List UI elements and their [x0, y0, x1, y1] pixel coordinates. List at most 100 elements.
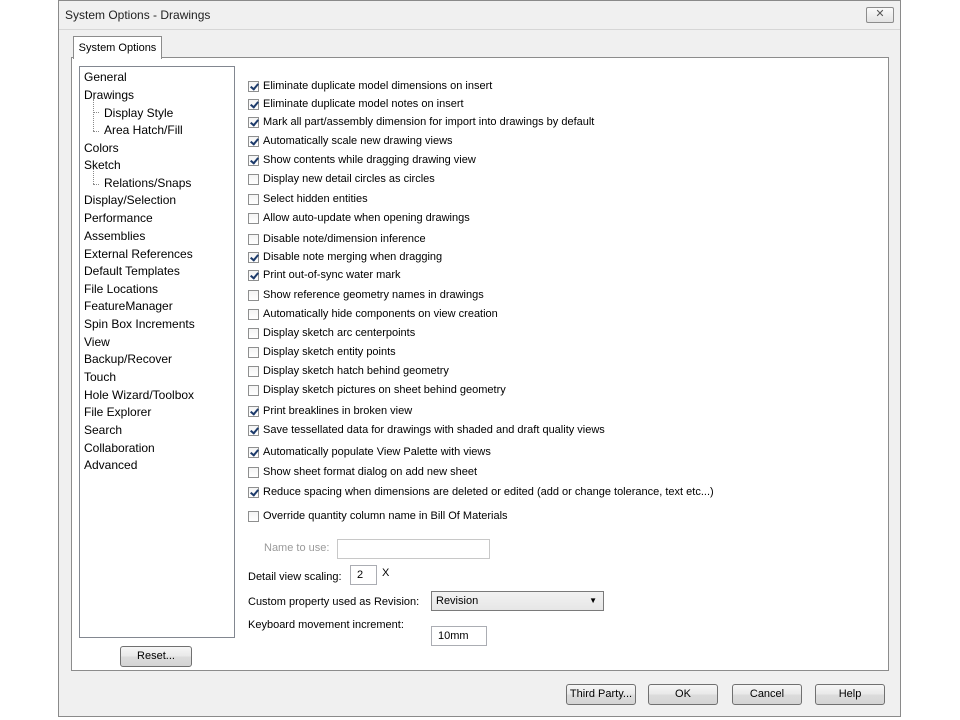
option-label: Automatically scale new drawing views: [263, 135, 453, 147]
option-row[interactable]: Show reference geometry names in drawing…: [248, 287, 484, 303]
tree-item[interactable]: Search: [84, 423, 122, 437]
option-label: Allow auto-update when opening drawings: [263, 212, 470, 224]
option-row[interactable]: Eliminate duplicate model notes on inser…: [248, 96, 464, 112]
option-label: Show sheet format dialog on add new shee…: [263, 466, 478, 478]
option-checkbox[interactable]: [248, 446, 259, 458]
help-button[interactable]: Help: [815, 684, 885, 705]
option-label: Automatically populate View Palette with…: [263, 446, 491, 458]
tree-item[interactable]: File Locations: [84, 282, 158, 296]
option-checkbox[interactable]: [248, 405, 259, 417]
option-checkbox[interactable]: [248, 193, 259, 205]
third-party-button[interactable]: Third Party...: [566, 684, 636, 705]
option-row[interactable]: Display new detail circles as circles: [248, 171, 435, 187]
option-row[interactable]: Show sheet format dialog on add new shee…: [248, 464, 477, 480]
option-row[interactable]: Print out-of-sync water mark: [248, 267, 401, 283]
option-row[interactable]: Automatically populate View Palette with…: [248, 444, 491, 460]
option-checkbox[interactable]: [248, 269, 259, 281]
option-checkbox[interactable]: [248, 154, 259, 166]
option-row[interactable]: Save tessellated data for drawings with …: [248, 422, 605, 438]
option-row[interactable]: Display sketch hatch behind geometry: [248, 363, 449, 379]
option-checkbox[interactable]: [248, 365, 259, 377]
tree-item[interactable]: Display Style: [104, 106, 173, 120]
option-label: Print breaklines in broken view: [263, 405, 413, 417]
option-label: Disable note merging when dragging: [263, 251, 443, 263]
option-checkbox[interactable]: [248, 327, 259, 339]
revision-property-select[interactable]: Revision ▼: [431, 591, 604, 611]
option-checkbox[interactable]: [248, 98, 259, 110]
tree-item[interactable]: Colors: [84, 141, 119, 155]
tree-item[interactable]: Advanced: [84, 458, 137, 472]
name-to-use-input[interactable]: [337, 539, 490, 559]
tree-item[interactable]: Default Templates: [84, 264, 180, 278]
close-icon[interactable]: ✕: [866, 7, 894, 23]
tree-item[interactable]: Area Hatch/Fill: [104, 123, 183, 137]
tree-item[interactable]: Display/Selection: [84, 193, 176, 207]
detail-view-scaling-suffix: X: [382, 567, 390, 579]
tree-item[interactable]: FeatureManager: [84, 299, 173, 313]
option-checkbox[interactable]: [248, 289, 259, 301]
tree-item[interactable]: Backup/Recover: [84, 352, 172, 366]
option-row[interactable]: Display sketch arc centerpoints: [248, 325, 415, 341]
ok-button[interactable]: OK: [648, 684, 718, 705]
option-row[interactable]: Mark all part/assembly dimension for imp…: [248, 114, 594, 130]
option-checkbox[interactable]: [248, 173, 259, 185]
option-label: Display sketch pictures on sheet behind …: [263, 384, 506, 396]
option-checkbox[interactable]: [248, 251, 259, 263]
tree-item[interactable]: Hole Wizard/Toolbox: [84, 388, 194, 402]
option-row[interactable]: Automatically hide components on view cr…: [248, 306, 498, 322]
option-label: Show contents while dragging drawing vie…: [263, 154, 476, 166]
tree-item[interactable]: General: [84, 70, 127, 84]
option-checkbox[interactable]: [248, 212, 259, 224]
cancel-button[interactable]: Cancel: [732, 684, 802, 705]
detail-view-scaling-label: Detail view scaling:: [248, 571, 342, 583]
option-row[interactable]: Select hidden entities: [248, 191, 368, 207]
tree-item[interactable]: External References: [84, 247, 193, 261]
revision-property-label: Custom property used as Revision:: [248, 596, 420, 608]
option-row[interactable]: Disable note merging when dragging: [248, 249, 442, 265]
option-checkbox[interactable]: [248, 116, 259, 128]
option-row[interactable]: Reduce spacing when dimensions are delet…: [248, 484, 714, 500]
option-label: Display sketch hatch behind geometry: [263, 365, 449, 377]
option-label: Eliminate duplicate model dimensions on …: [263, 80, 493, 92]
option-row[interactable]: Automatically scale new drawing views: [248, 133, 453, 149]
option-checkbox[interactable]: [248, 308, 259, 320]
option-row[interactable]: Disable note/dimension inference: [248, 231, 426, 247]
tree-item[interactable]: Relations/Snaps: [104, 176, 191, 190]
option-row[interactable]: Display sketch entity points: [248, 344, 396, 360]
detail-view-scaling-input[interactable]: 2: [350, 565, 377, 585]
tree-item[interactable]: Assemblies: [84, 229, 145, 243]
tree-item[interactable]: View: [84, 335, 110, 349]
option-row[interactable]: Allow auto-update when opening drawings: [248, 210, 470, 226]
option-row[interactable]: Display sketch pictures on sheet behind …: [248, 382, 506, 398]
title-bar: System Options - Drawings ✕: [59, 1, 900, 30]
tree-item[interactable]: Spin Box Increments: [84, 317, 195, 331]
option-checkbox[interactable]: [248, 486, 259, 498]
tree-item[interactable]: File Explorer: [84, 405, 151, 419]
option-row[interactable]: Show contents while dragging drawing vie…: [248, 152, 476, 168]
system-options-dialog: System Options - Drawings ✕ System Optio…: [58, 0, 901, 717]
reset-button[interactable]: Reset...: [120, 646, 192, 667]
tree-item[interactable]: Performance: [84, 211, 153, 225]
tab-system-options[interactable]: System Options: [73, 36, 162, 59]
option-label: Print out-of-sync water mark: [263, 269, 401, 281]
tree-item[interactable]: Sketch: [84, 158, 121, 172]
option-row[interactable]: Override quantity column name in Bill Of…: [248, 508, 508, 524]
option-checkbox[interactable]: [248, 510, 259, 522]
option-checkbox[interactable]: [248, 80, 259, 92]
tree-connector: [93, 184, 99, 185]
option-checkbox[interactable]: [248, 384, 259, 396]
keyboard-increment-label: Keyboard movement increment:: [248, 619, 404, 631]
option-checkbox[interactable]: [248, 233, 259, 245]
tree-item[interactable]: Drawings: [84, 88, 134, 102]
option-checkbox[interactable]: [248, 135, 259, 147]
option-checkbox[interactable]: [248, 424, 259, 436]
option-label: Show reference geometry names in drawing…: [263, 289, 484, 301]
keyboard-increment-input[interactable]: 10mm: [431, 626, 487, 646]
category-tree[interactable]: General Drawings Display Style Area Hatch/F…: [79, 66, 235, 638]
option-row[interactable]: Print breaklines in broken view: [248, 403, 412, 419]
tree-item[interactable]: Collaboration: [84, 441, 155, 455]
option-checkbox[interactable]: [248, 346, 259, 358]
tree-item[interactable]: Touch: [84, 370, 116, 384]
option-row[interactable]: Eliminate duplicate model dimensions on …: [248, 78, 492, 94]
option-checkbox[interactable]: [248, 466, 259, 478]
